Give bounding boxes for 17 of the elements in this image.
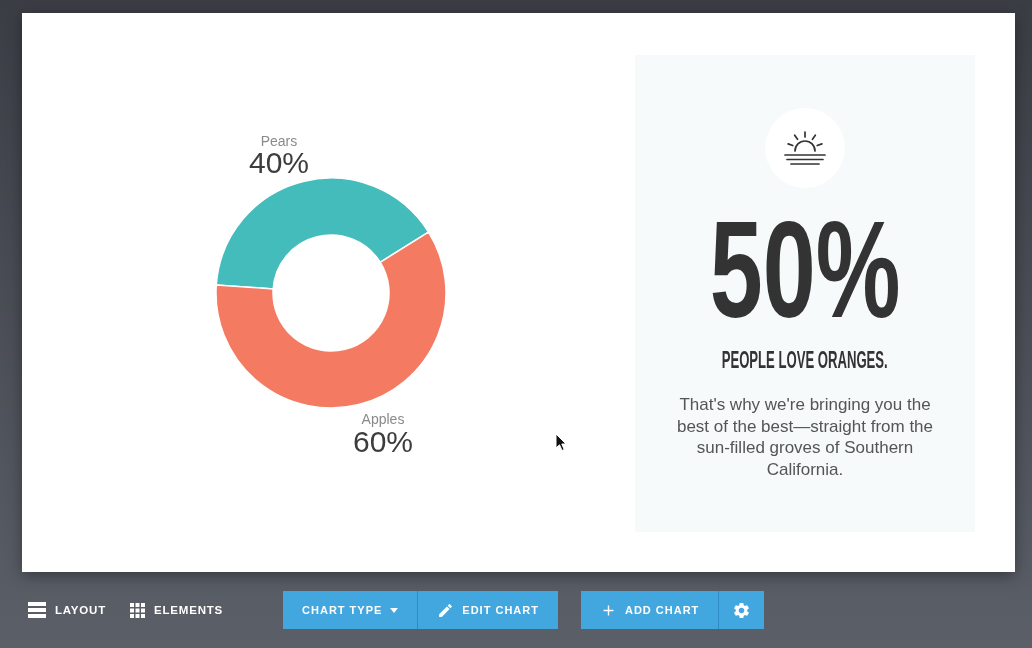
dropdown-button[interactable]: CHART TYPE [283,591,419,629]
settings-button[interactable] [719,591,765,629]
layout-button[interactable]: LAYOUT [28,602,107,618]
add-chart-button[interactable]: ADD CHART [580,591,720,629]
slice-label: Apples [361,411,404,428]
rows-icon [28,602,46,618]
stat-figure: 50% [709,200,901,338]
stat-headline: PEOPLE LOVE ORANGES. [721,349,889,372]
settings-icon [732,600,752,620]
sun-icon [765,108,845,188]
stat-description: That's why we're bringing you the best of the best—straight from the sun-filled groves of Southern California. [675,394,935,481]
elements-button[interactable]: ELEMENTS [130,602,224,618]
caret-down-icon [390,607,399,613]
mouse-pointer-icon [555,433,567,452]
grid-icon [130,602,146,618]
pencil-icon [437,601,455,619]
edit-chart-button[interactable]: EDIT CHART [418,591,558,629]
